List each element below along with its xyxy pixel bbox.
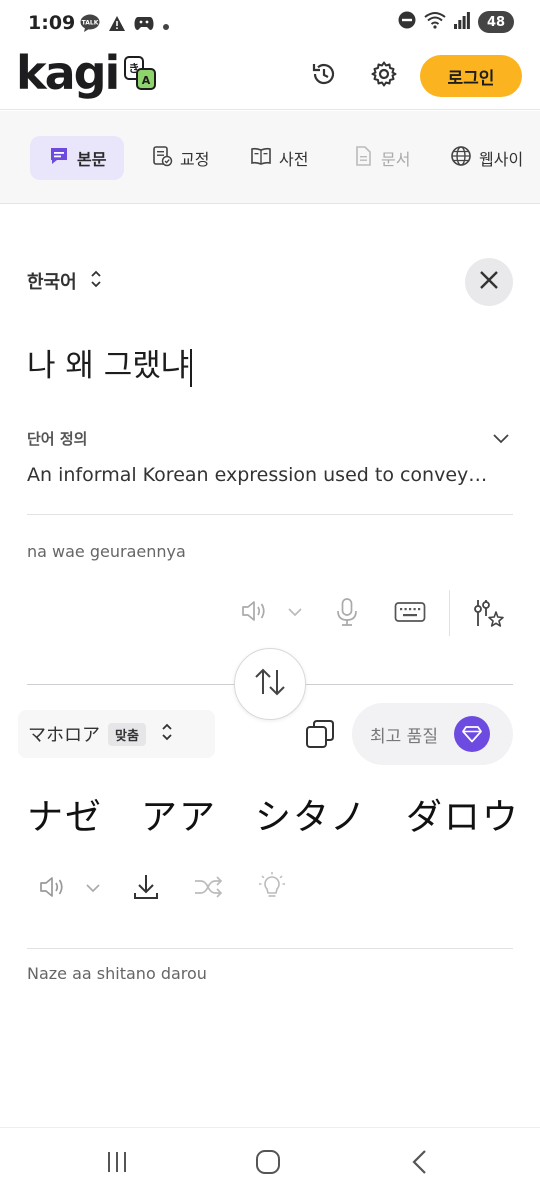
document-icon xyxy=(352,145,374,171)
source-romanization: na wae geuraennya xyxy=(27,542,186,561)
translate-badge-icon: き A xyxy=(124,56,157,94)
status-bar: 1:09 TALK 48 xyxy=(0,0,540,44)
divider xyxy=(27,514,513,515)
history-icon xyxy=(310,60,338,92)
do-not-disturb-icon xyxy=(398,11,416,33)
chevron-updown-icon xyxy=(89,269,103,294)
recent-apps-button[interactable] xyxy=(97,1148,137,1180)
source-text: 나 왜 그랬냐 xyxy=(27,348,190,384)
system-icons: 48 xyxy=(398,11,514,33)
notification-icons: TALK xyxy=(80,14,170,36)
dot-icon xyxy=(162,16,170,35)
shuffle-button[interactable] xyxy=(193,875,223,903)
quality-label: 최고 품질 xyxy=(370,726,438,747)
gem-icon xyxy=(453,716,490,752)
microphone-button[interactable] xyxy=(334,597,360,631)
app-header: kagi き A 로그인 xyxy=(0,44,540,110)
battery-level: 48 xyxy=(486,14,506,30)
globe-icon xyxy=(450,145,472,171)
tab-label: 웹사이 xyxy=(479,150,524,169)
text-icon xyxy=(48,145,70,171)
tab-website[interactable]: 웹사이 xyxy=(450,136,523,180)
match-badge: 맞춤 xyxy=(108,722,146,746)
lightbulb-icon xyxy=(258,871,286,907)
swap-arrows-icon xyxy=(253,666,287,702)
chevron-down-icon xyxy=(490,433,512,452)
translation-settings-button[interactable] xyxy=(472,597,504,633)
clear-text-button[interactable] xyxy=(465,258,513,306)
history-button[interactable] xyxy=(304,56,344,96)
tab-text[interactable]: 본문 xyxy=(30,136,125,180)
chevron-down-icon xyxy=(84,880,102,899)
recent-apps-icon xyxy=(103,1150,131,1178)
logo-wordmark: kagi xyxy=(16,46,120,100)
home-button[interactable] xyxy=(248,1148,288,1180)
tab-document[interactable]: 문서 xyxy=(352,136,410,180)
tab-label: 사전 xyxy=(279,150,309,169)
quality-selector[interactable]: 최고 품질 xyxy=(352,703,513,765)
dictionary-icon xyxy=(250,145,272,171)
source-language-label: 한국어 xyxy=(27,272,77,293)
keyboard-button[interactable] xyxy=(394,601,426,627)
close-icon xyxy=(478,269,500,295)
definition-label: 단어 정의 xyxy=(27,430,88,448)
svg-text:A: A xyxy=(142,74,151,87)
source-language-select[interactable]: 한국어 xyxy=(27,268,103,294)
sliders-sparkle-icon xyxy=(472,597,504,633)
swap-languages-button[interactable] xyxy=(234,648,306,720)
divider xyxy=(27,948,513,949)
speaker-icon xyxy=(240,598,268,628)
tab-proofread[interactable]: 교정 xyxy=(151,136,209,180)
gear-icon xyxy=(370,60,398,92)
target-language-select[interactable]: マホロア 맞춤 xyxy=(18,710,215,758)
battery-icon: 48 xyxy=(478,11,514,33)
talk-icon: TALK xyxy=(80,14,100,36)
home-icon xyxy=(255,1149,281,1179)
mode-tabs: 본문 교정 사전 문서 웹사이 xyxy=(0,111,540,204)
source-speak-button[interactable] xyxy=(240,598,268,628)
speaker-icon xyxy=(38,874,66,904)
keyboard-icon xyxy=(394,601,426,627)
signal-icon xyxy=(454,11,470,33)
shuffle-icon xyxy=(193,875,223,903)
explain-button[interactable] xyxy=(258,871,286,907)
login-button[interactable]: 로그인 xyxy=(420,55,522,97)
target-language-label: マホロア xyxy=(28,725,100,746)
status-time: 1:09 xyxy=(28,12,76,34)
chevron-down-icon xyxy=(286,604,304,623)
download-button[interactable] xyxy=(132,872,160,906)
system-nav-bar xyxy=(0,1127,540,1199)
definition-expand-button[interactable] xyxy=(490,428,512,452)
target-voice-dropdown[interactable] xyxy=(84,880,102,899)
tab-label: 문서 xyxy=(381,150,411,169)
translated-text: ナゼ アア シタノ ダロウ xyxy=(27,797,520,838)
text-caret xyxy=(190,348,193,387)
definition-text: An informal Korean expression used to co… xyxy=(27,464,487,486)
microphone-icon xyxy=(334,597,360,631)
kagi-logo[interactable]: kagi き A xyxy=(16,46,157,100)
tab-dictionary[interactable]: 사전 xyxy=(250,136,308,180)
settings-button[interactable] xyxy=(364,56,404,96)
target-speak-button[interactable] xyxy=(38,874,66,904)
wifi-icon xyxy=(424,11,446,33)
source-text-input[interactable]: 나 왜 그랬냐 xyxy=(27,340,193,387)
tab-label: 본문 xyxy=(77,150,107,169)
svg-text:TALK: TALK xyxy=(82,20,99,27)
back-icon xyxy=(410,1149,430,1179)
tab-label: 교정 xyxy=(180,150,210,169)
warning-icon xyxy=(108,15,126,36)
game-controller-icon xyxy=(134,15,154,35)
chevron-updown-icon xyxy=(160,722,174,746)
download-icon xyxy=(132,872,160,906)
copy-icon xyxy=(304,720,336,754)
back-button[interactable] xyxy=(400,1148,440,1180)
proofread-icon xyxy=(151,145,173,171)
copy-button[interactable] xyxy=(304,718,336,754)
source-voice-dropdown[interactable] xyxy=(286,604,304,623)
toolbar-separator xyxy=(449,590,450,636)
target-romanization: Naze aa shitano darou xyxy=(27,964,207,983)
